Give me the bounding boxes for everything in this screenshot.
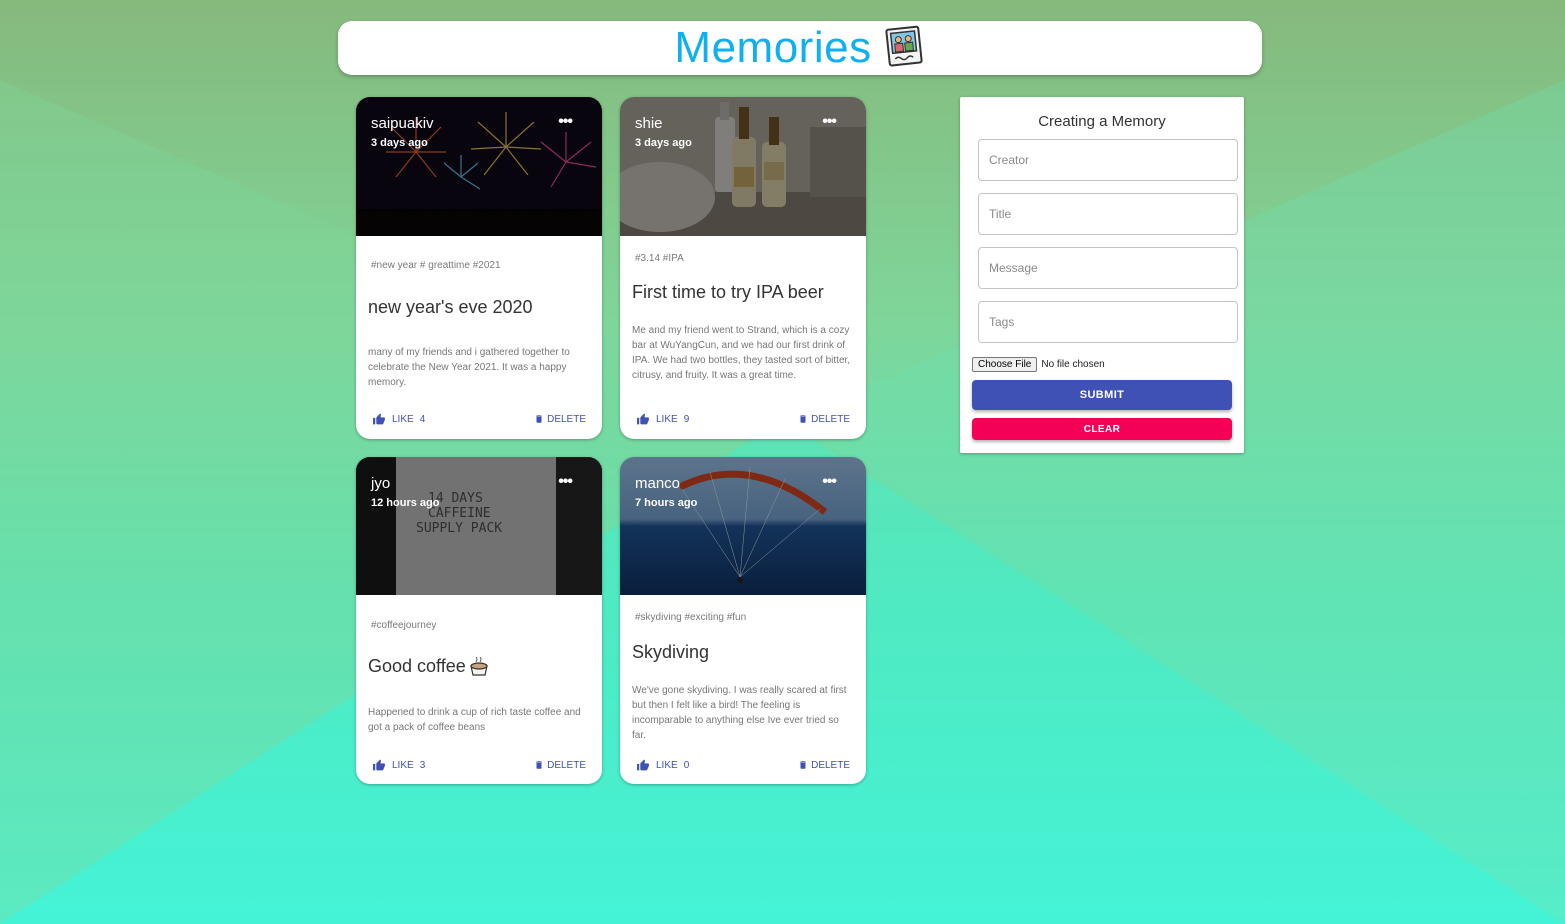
trash-icon	[800, 761, 807, 769]
delete-button[interactable]: DELETE	[798, 413, 850, 425]
card-image: saipuakiv 3 days ago •••	[356, 97, 602, 236]
like-count: 0	[683, 760, 690, 771]
thumb-up-icon	[637, 759, 649, 771]
delete-button[interactable]: DELETE	[534, 413, 586, 425]
thumb-up-icon	[373, 413, 385, 425]
card-image: manco 7 hours ago •••	[620, 457, 866, 595]
delete-label: DELETE	[811, 759, 850, 771]
like-count: 9	[683, 414, 690, 425]
memory-card: shie 3 days ago ••• #3.14 #IPA First tim…	[620, 97, 866, 439]
card-timestamp: 3 days ago	[371, 137, 428, 149]
card-actions: LIKE 9 DELETE	[620, 413, 866, 431]
more-options-icon[interactable]: •••	[558, 473, 573, 491]
like-count: 3	[419, 760, 426, 771]
photo-frame-icon	[884, 24, 926, 73]
more-options-icon[interactable]: •••	[822, 113, 837, 131]
form-title: Creating a Memory	[1038, 113, 1166, 130]
creator-input[interactable]	[978, 139, 1238, 181]
card-creator: shie	[635, 115, 663, 132]
card-message: Happened to drink a cup of rich taste co…	[368, 707, 581, 733]
card-creator: manco	[635, 475, 681, 492]
submit-button[interactable]: SUBMIT	[972, 380, 1232, 410]
card-title-row: Good coffee	[368, 656, 490, 677]
card-message: many of my friends and i gathered togeth…	[368, 347, 570, 388]
coffee-cup-icon	[470, 656, 488, 676]
delete-button[interactable]: DELETE	[534, 759, 586, 771]
card-creator: jyo	[371, 475, 391, 492]
like-button[interactable]: LIKE 9	[636, 413, 689, 426]
memory-card: saipuakiv 3 days ago ••• #new year # gre…	[356, 97, 602, 439]
delete-label: DELETE	[811, 413, 850, 425]
card-image: 14 DAYS CAFFEINE SUPPLY PACK jyo 12 hour…	[356, 457, 602, 595]
file-status: No file chosen	[1041, 359, 1105, 370]
app-bar: Memories	[338, 21, 1262, 75]
memory-card: manco 7 hours ago ••• #skydiving #exciti…	[620, 457, 866, 784]
card-timestamp: 3 days ago	[635, 137, 692, 149]
like-button[interactable]: LIKE 0	[636, 759, 689, 772]
card-tags: #3.14 #IPA	[635, 253, 684, 264]
trash-icon	[536, 761, 543, 769]
more-options-icon[interactable]: •••	[822, 473, 837, 491]
app-title: Memories	[674, 23, 872, 72]
like-count: 4	[419, 414, 426, 425]
file-picker: Choose File No file chosen	[972, 357, 1105, 372]
delete-label: DELETE	[547, 759, 586, 771]
like-button[interactable]: LIKE 4	[372, 413, 425, 426]
card-title: Skydiving	[632, 642, 710, 662]
memory-card: 14 DAYS CAFFEINE SUPPLY PACK jyo 12 hour…	[356, 457, 602, 784]
title-input[interactable]	[978, 193, 1238, 235]
like-label: LIKE	[392, 414, 414, 425]
card-timestamp: 12 hours ago	[371, 497, 440, 509]
card-message: We've gone skydiving. I was really scare…	[632, 685, 847, 741]
card-title: First time to try IPA beer	[632, 282, 824, 302]
card-message: Me and my friend went to Strand, which i…	[632, 325, 851, 381]
card-actions: LIKE 4 DELETE	[356, 413, 602, 431]
card-tags: #new year # greattime #2021	[371, 260, 501, 271]
choose-file-button[interactable]: Choose File	[972, 357, 1038, 372]
like-label: LIKE	[656, 414, 678, 425]
trash-icon	[800, 415, 807, 423]
delete-label: DELETE	[547, 413, 586, 425]
delete-button[interactable]: DELETE	[798, 759, 850, 771]
trash-icon	[536, 415, 543, 423]
thumb-up-icon	[637, 413, 649, 425]
like-label: LIKE	[656, 760, 678, 771]
like-label: LIKE	[392, 760, 414, 771]
card-actions: LIKE 0 DELETE	[620, 759, 866, 777]
card-tags: #skydiving #exciting #fun	[635, 612, 747, 623]
card-actions: LIKE 3 DELETE	[356, 759, 602, 777]
clear-button[interactable]: CLEAR	[972, 418, 1232, 440]
more-options-icon[interactable]: •••	[558, 113, 573, 131]
card-timestamp: 7 hours ago	[635, 497, 698, 509]
like-button[interactable]: LIKE 3	[372, 759, 425, 772]
tags-input[interactable]	[978, 301, 1238, 343]
card-tags: #coffeejourney	[371, 620, 437, 631]
create-memory-form: Creating a Memory Choose File No file ch…	[960, 97, 1244, 453]
card-creator: saipuakiv	[371, 115, 434, 132]
card-image: shie 3 days ago •••	[620, 97, 866, 236]
card-title: Good coffee	[368, 656, 466, 676]
thumb-up-icon	[373, 759, 385, 771]
message-input[interactable]	[978, 247, 1238, 289]
card-title: new year's eve 2020	[368, 297, 533, 317]
